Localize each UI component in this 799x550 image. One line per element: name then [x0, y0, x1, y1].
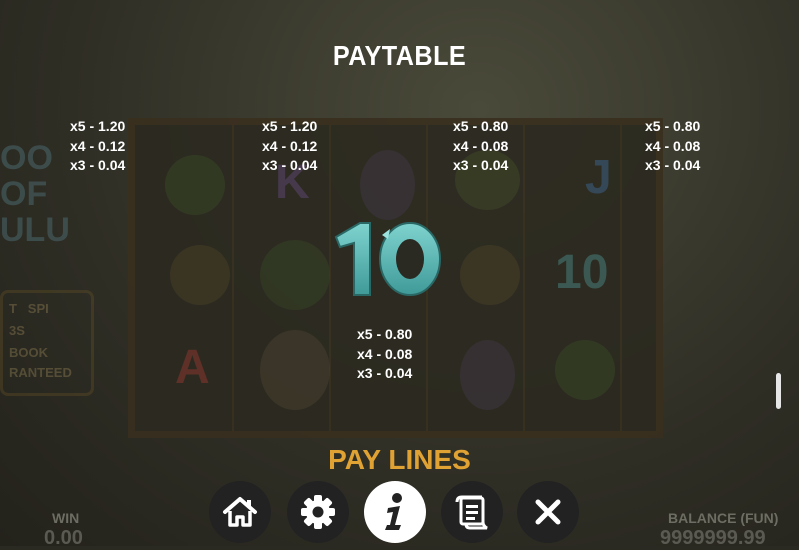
scroll-icon: [454, 494, 490, 530]
page-title: PAYTABLE: [332, 40, 467, 71]
payout-x3: x3 - 0.04: [357, 365, 413, 381]
gear-icon: [299, 493, 337, 531]
book-guaranteed-panel-faded: T SPI 3S BOOK RANTEED: [0, 290, 94, 396]
close-button[interactable]: [517, 481, 579, 543]
paytable-entry-ten: x5 - 0.80 x4 - 0.08 x3 - 0.04: [357, 325, 412, 384]
paytable-entry: x5 - 1.20 x4 - 0.12 x3 - 0.04: [70, 117, 125, 176]
settings-button[interactable]: [287, 481, 349, 543]
payout-x3: x3 - 0.04: [453, 157, 509, 173]
faded-book-symbol: [260, 240, 330, 310]
info-icon: [382, 492, 408, 532]
faded-explorer-symbol: [260, 330, 330, 410]
home-icon: [222, 496, 258, 528]
win-label: WIN: [52, 510, 80, 526]
payout-x5: x5 - 1.20: [262, 118, 318, 134]
paytable-entry: x5 - 0.80 x4 - 0.08 x3 - 0.04: [453, 117, 508, 176]
payout-x3: x3 - 0.04: [645, 157, 701, 173]
faded-shield-symbol: [460, 340, 515, 410]
paytable-entry: x5 - 1.20 x4 - 0.12 x3 - 0.04: [262, 117, 317, 176]
close-icon: [533, 497, 563, 527]
faded-symbol-j: J: [585, 151, 612, 204]
info-button[interactable]: [364, 481, 426, 543]
payout-x4: x4 - 0.12: [262, 137, 318, 154]
scrollbar-thumb[interactable]: [776, 373, 781, 409]
paytable-entry: x5 - 0.80 x4 - 0.08 x3 - 0.04: [645, 117, 700, 176]
balance-value: 9999999.99: [660, 527, 766, 549]
payout-x4: x4 - 0.08: [645, 137, 701, 154]
payout-x5: x5 - 0.80: [645, 118, 701, 134]
home-button[interactable]: [209, 481, 271, 543]
faded-bowl-symbol: [460, 245, 520, 305]
history-button[interactable]: [441, 481, 503, 543]
faded-shield-symbol: [360, 150, 415, 220]
payout-x4: x4 - 0.12: [70, 137, 126, 154]
faded-mask-symbol: [165, 155, 225, 215]
payout-x4: x4 - 0.08: [357, 345, 413, 362]
payout-x3: x3 - 0.04: [262, 157, 318, 173]
faded-bowl-symbol: [170, 245, 230, 305]
balance-label: BALANCE (FUN): [668, 510, 779, 526]
payout-x3: x3 - 0.04: [70, 157, 126, 173]
game-logo-faded: OO OF ULU: [0, 139, 70, 249]
ten-symbol-icon: [330, 215, 445, 300]
faded-symbol-10: 10: [555, 246, 609, 299]
payout-x5: x5 - 0.80: [357, 326, 413, 342]
win-value: 0.00: [44, 527, 83, 549]
pay-lines-heading: PAY LINES: [328, 444, 471, 474]
faded-mask-symbol: [555, 340, 615, 400]
payout-x5: x5 - 0.80: [453, 118, 509, 134]
faded-symbol-a: A: [175, 341, 210, 394]
payout-x5: x5 - 1.20: [70, 118, 126, 134]
payout-x4: x4 - 0.08: [453, 137, 509, 154]
